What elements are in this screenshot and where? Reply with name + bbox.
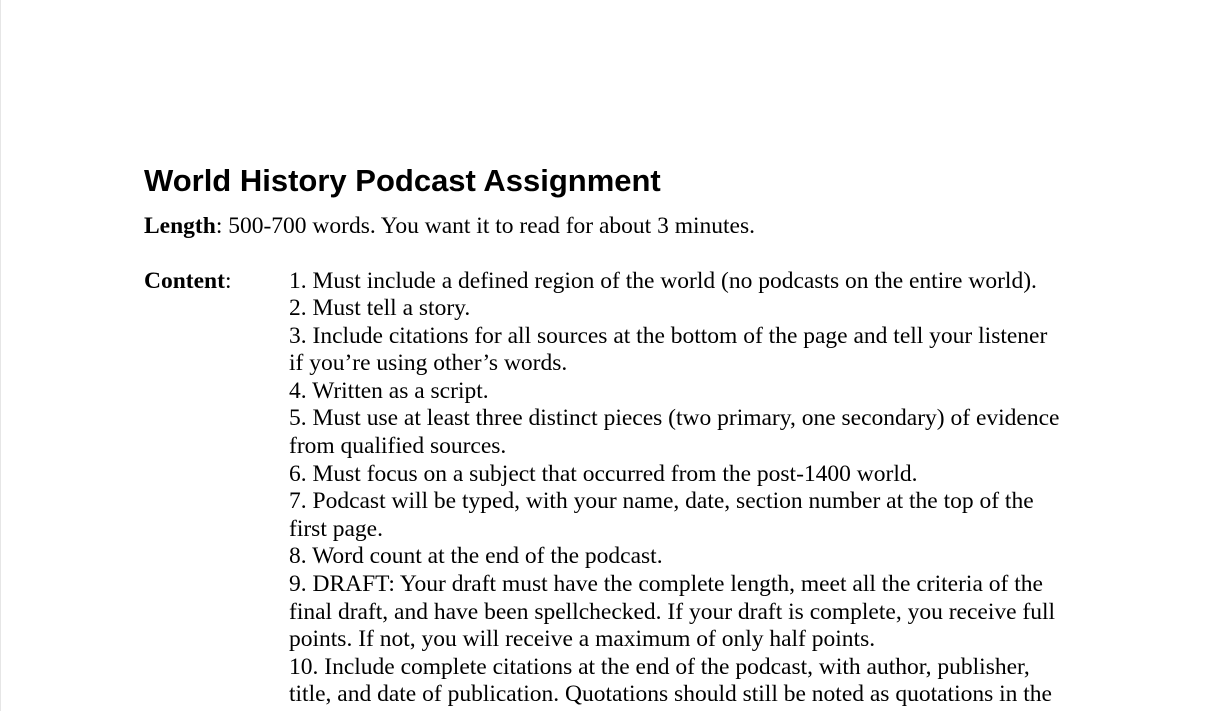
list-item: 4. Written as a script. [289, 377, 489, 404]
document-title: World History Podcast Assignment [144, 163, 661, 198]
content-separator: : [224, 268, 232, 294]
content-label: Content [144, 268, 225, 294]
length-line: Length: 500-700 words. You want it to re… [144, 211, 755, 241]
list-item: 8. Word count at the end of the podcast. [289, 543, 663, 570]
content-requirements-list: 1. Must include a defined region of the … [289, 268, 1089, 710]
list-item: 9. DRAFT: Your draft must have the compl… [289, 571, 1056, 653]
list-item: 10. Include complete citations at the en… [289, 653, 1052, 708]
list-item: 1. Must include a defined region of the … [289, 267, 1037, 294]
list-item: 6. Must focus on a subject that occurred… [289, 460, 918, 487]
document-page: World History Podcast Assignment Length:… [0, 0, 1222, 711]
list-item: 2. Must tell a story. [289, 295, 471, 322]
length-label: Length [144, 213, 216, 239]
list-item: 5. Must use at least three distinct piec… [289, 405, 1060, 460]
length-text: 500-700 words. You want it to read for a… [222, 213, 755, 239]
list-item: 7. Podcast will be typed, with your name… [289, 488, 1034, 542]
list-item: 3. Include citations for all sources at … [289, 322, 1048, 377]
content-label-line: Content: [144, 266, 231, 296]
